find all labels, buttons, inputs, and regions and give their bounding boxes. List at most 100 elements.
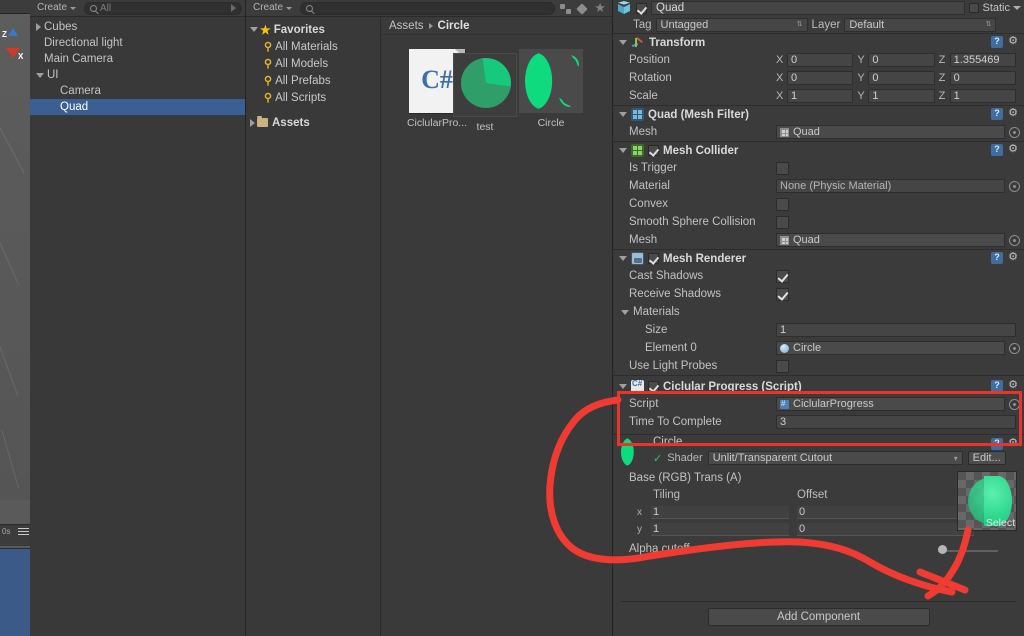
script-enabled-checkbox[interactable] bbox=[648, 381, 659, 392]
element0-object-field[interactable]: Circle bbox=[776, 341, 1005, 355]
disclosure-triangle-icon[interactable] bbox=[250, 27, 258, 32]
object-picker-icon[interactable] bbox=[1009, 234, 1020, 246]
rotation-z-field[interactable]: 0 bbox=[949, 71, 1016, 85]
disclosure-triangle-icon[interactable] bbox=[36, 23, 41, 31]
physic-material-field[interactable]: None (Physic Material) bbox=[776, 179, 1005, 193]
slider-handle[interactable] bbox=[938, 544, 947, 554]
save-search-icon[interactable]: ★ bbox=[593, 1, 607, 15]
edit-shader-button[interactable]: Edit... bbox=[967, 451, 1006, 465]
select-texture-button[interactable]: Select bbox=[986, 517, 1015, 529]
project-create-button[interactable]: Create bbox=[249, 1, 296, 15]
help-icon[interactable]: ? bbox=[991, 252, 1003, 264]
shader-dropdown[interactable]: Unlit/Transparent Cutout ▾ bbox=[707, 451, 963, 465]
static-checkbox[interactable] bbox=[969, 3, 980, 13]
mesh-collider-enabled-checkbox[interactable] bbox=[648, 145, 659, 156]
component-header-mesh-filter[interactable]: Quad (Mesh Filter) ? ⚙ bbox=[613, 106, 1024, 123]
scale-y-field[interactable]: 1 bbox=[868, 89, 935, 103]
materials-foldout-row[interactable]: Materials bbox=[613, 303, 1024, 321]
breadcrumb-root[interactable]: Assets bbox=[389, 20, 424, 32]
scale-y[interactable]: Y 1 bbox=[857, 89, 935, 103]
hierarchy-item-directional-light[interactable]: Directional light bbox=[30, 35, 245, 51]
scale-z-field[interactable]: 1 bbox=[949, 89, 1016, 103]
position-y[interactable]: Y 0 bbox=[857, 53, 935, 67]
disclosure-triangle-icon[interactable] bbox=[619, 40, 627, 45]
layer-dropdown[interactable]: Default ⇅ bbox=[844, 17, 997, 32]
rotation-z[interactable]: Z 0 bbox=[939, 71, 1016, 85]
filter-by-label-icon[interactable] bbox=[576, 2, 590, 15]
help-icon[interactable]: ? bbox=[991, 36, 1003, 48]
tiling-x-field[interactable]: 1 bbox=[651, 506, 789, 519]
disclosure-triangle-icon[interactable] bbox=[619, 148, 627, 153]
asset-item-test[interactable]: test bbox=[449, 53, 521, 133]
mesh-object-field[interactable]: Quad bbox=[776, 125, 1005, 139]
filter-by-type-icon[interactable] bbox=[559, 2, 573, 15]
rotation-x-field[interactable]: 0 bbox=[787, 71, 854, 85]
mesh-renderer-enabled-checkbox[interactable] bbox=[648, 253, 659, 264]
hierarchy-create-button[interactable]: Create bbox=[33, 1, 80, 15]
help-icon[interactable]: ? bbox=[991, 108, 1003, 120]
is-trigger-checkbox[interactable] bbox=[776, 161, 789, 175]
scale-x-field[interactable]: 1 bbox=[787, 89, 854, 103]
gear-icon[interactable]: ⚙ bbox=[1007, 380, 1019, 392]
rotation-x[interactable]: X 0 bbox=[776, 71, 854, 85]
scene-stats-bar[interactable]: 0s bbox=[0, 524, 30, 546]
help-icon[interactable]: ? bbox=[991, 380, 1003, 392]
scene-viewport[interactable] bbox=[0, 0, 30, 500]
chevron-down-icon[interactable] bbox=[1013, 6, 1021, 10]
project-search-input[interactable] bbox=[300, 1, 556, 15]
materials-size-field[interactable]: 1 bbox=[776, 323, 1016, 337]
component-header-mesh-renderer[interactable]: Mesh Renderer ? ⚙ bbox=[613, 250, 1024, 267]
offset-y-field[interactable]: 0 bbox=[797, 523, 974, 536]
game-view-panel[interactable] bbox=[0, 548, 30, 636]
project-tree-all-models[interactable]: ⚲ All Models bbox=[246, 55, 380, 72]
receive-shadows-checkbox[interactable] bbox=[776, 287, 789, 301]
gear-icon[interactable]: ⚙ bbox=[1007, 252, 1019, 264]
project-tree-all-materials[interactable]: ⚲ All Materials bbox=[246, 38, 380, 55]
disclosure-triangle-icon[interactable] bbox=[36, 72, 44, 78]
convex-checkbox[interactable] bbox=[776, 197, 789, 211]
light-probes-checkbox[interactable] bbox=[776, 359, 789, 373]
disclosure-triangle-icon[interactable] bbox=[619, 112, 627, 117]
cast-shadows-checkbox[interactable] bbox=[776, 269, 789, 283]
tag-dropdown[interactable]: Untagged ⇅ bbox=[655, 17, 808, 32]
disclosure-triangle-icon[interactable] bbox=[250, 118, 255, 127]
gear-icon[interactable]: ⚙ bbox=[1007, 108, 1019, 120]
hierarchy-item-camera[interactable]: Camera bbox=[30, 83, 245, 99]
object-picker-icon[interactable] bbox=[1009, 126, 1020, 138]
rotation-y[interactable]: Y 0 bbox=[857, 71, 935, 85]
position-z[interactable]: Z 1.355469 bbox=[939, 53, 1016, 67]
gear-icon[interactable]: ⚙ bbox=[1007, 438, 1019, 450]
help-icon[interactable]: ? bbox=[991, 438, 1003, 450]
position-x[interactable]: X 0 bbox=[776, 53, 854, 67]
disclosure-triangle-icon[interactable] bbox=[619, 384, 627, 389]
disclosure-triangle-icon[interactable] bbox=[619, 256, 627, 261]
project-tree-assets[interactable]: Assets bbox=[246, 114, 380, 131]
project-tree-all-prefabs[interactable]: ⚲ All Prefabs bbox=[246, 72, 380, 89]
position-z-field[interactable]: 1.355469 bbox=[949, 53, 1016, 67]
collider-mesh-field[interactable]: Quad bbox=[776, 233, 1005, 247]
smooth-sphere-checkbox[interactable] bbox=[776, 215, 789, 229]
hierarchy-item-ui[interactable]: UI bbox=[30, 67, 245, 83]
alpha-cutoff-slider[interactable] bbox=[938, 544, 998, 554]
scene-view-toolbar[interactable] bbox=[0, 0, 30, 14]
static-toggle[interactable]: Static bbox=[969, 2, 1021, 14]
scene-view-panel[interactable]: Z X 0s bbox=[0, 0, 30, 636]
component-header-transform[interactable]: Transform ? ⚙ bbox=[613, 34, 1024, 51]
tiling-y-field[interactable]: 1 bbox=[651, 523, 789, 536]
object-picker-icon[interactable] bbox=[1009, 342, 1020, 354]
hierarchy-item-main-camera[interactable]: Main Camera bbox=[30, 51, 245, 67]
add-component-button[interactable]: Add Component bbox=[707, 608, 930, 626]
object-active-checkbox[interactable] bbox=[636, 2, 647, 14]
object-picker-icon[interactable] bbox=[1009, 180, 1020, 192]
offset-x-field[interactable]: 0 bbox=[797, 506, 974, 519]
gear-icon[interactable]: ⚙ bbox=[1007, 36, 1019, 48]
asset-item-circle[interactable]: Circle bbox=[515, 49, 587, 133]
scene-axis-gizmo[interactable]: Z X bbox=[2, 24, 28, 70]
hierarchy-item-cubes[interactable]: Cubes bbox=[30, 19, 245, 35]
rotation-y-field[interactable]: 0 bbox=[868, 71, 935, 85]
disclosure-triangle-icon[interactable] bbox=[621, 309, 629, 315]
time-to-complete-field[interactable]: 3 bbox=[776, 415, 1016, 429]
help-icon[interactable]: ? bbox=[991, 144, 1003, 156]
project-tree-all-scripts[interactable]: ⚲ All Scripts bbox=[246, 89, 380, 106]
object-name-field[interactable]: Quad bbox=[651, 1, 966, 15]
